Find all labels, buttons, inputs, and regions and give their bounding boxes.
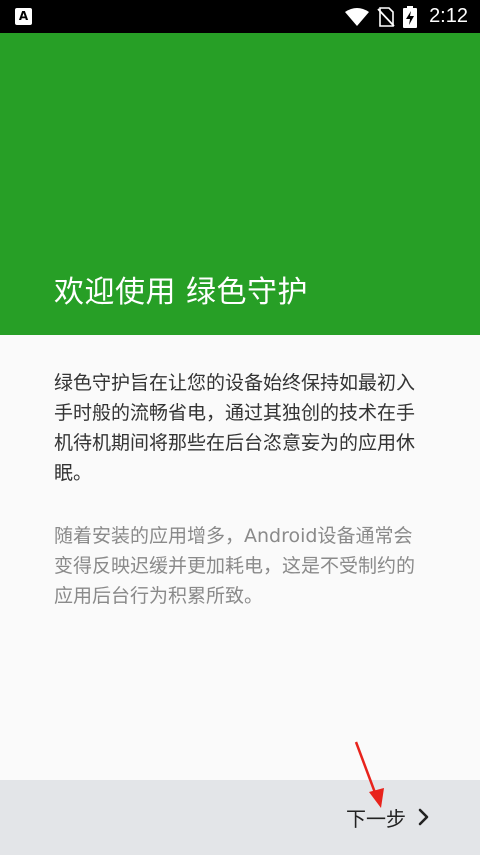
red-arrow-annotation — [354, 741, 384, 808]
status-icons: 2:12 — [345, 0, 468, 33]
notification-a-icon: A — [15, 8, 32, 25]
wifi-icon — [345, 7, 370, 26]
intro-paragraph-2: 随着安装的应用增多，Android设备通常会变得反映迟缓并更加耗电，这是不受制约… — [54, 525, 416, 607]
clock: 2:12 — [429, 5, 468, 27]
no-sim-icon — [377, 6, 395, 27]
chevron-right-icon — [418, 808, 429, 826]
welcome-header: 欢迎使用 绿色守护 — [0, 33, 480, 335]
intro-paragraph-1: 绿色守护旨在让您的设备始终保持如最初入手时般的流畅省电，通过其独创的技术在手机待… — [54, 372, 416, 484]
bottom-bar: 下一步 — [0, 780, 480, 855]
intro-content: 绿色守护旨在让您的设备始终保持如最初入手时般的流畅省电，通过其独创的技术在手机待… — [0, 335, 480, 780]
status-bar: A 2:12 — [0, 0, 480, 33]
battery-charging-icon — [403, 5, 418, 28]
page-title: 欢迎使用 绿色守护 — [54, 275, 309, 310]
